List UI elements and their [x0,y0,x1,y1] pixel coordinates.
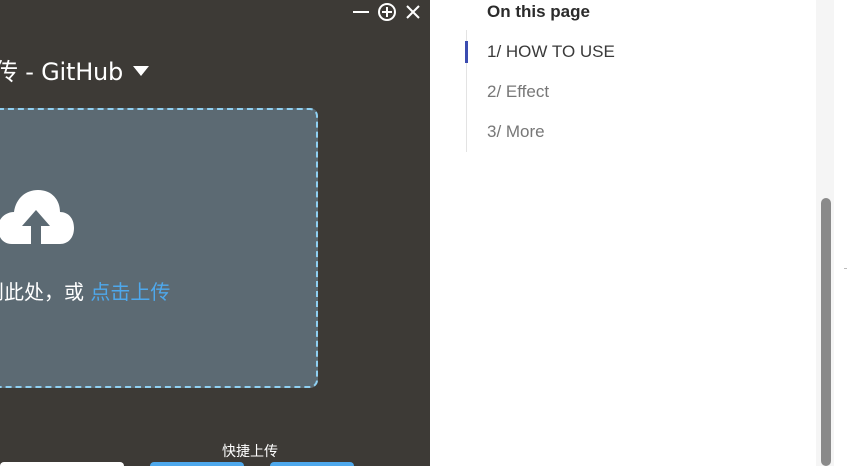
scrollbar-thumb[interactable] [821,198,831,466]
zoom-in-circle-icon[interactable] [376,2,398,22]
caret-down-icon[interactable] [133,65,150,76]
minimize-icon[interactable] [350,2,372,22]
close-icon[interactable] [402,2,424,22]
docs-page: On this page 1/ HOW TO USE 2/ Effect 3/ … [430,0,847,466]
upload-option-button-2[interactable] [150,462,244,466]
cloud-upload-icon [0,186,74,251]
quick-upload-label: 快捷上传 [222,444,278,460]
toc-active-indicator [465,41,468,63]
upload-app-window: 传 - GitHub 到此处，或 点击上传 快捷上传 [0,0,430,466]
click-upload-link[interactable]: 点击上传 [90,280,170,304]
dropzone-text: 到此处，或 点击上传 [0,276,170,305]
dropzone-instruction: 到此处，或 [0,280,84,304]
upload-option-button-1[interactable] [0,462,124,466]
upload-dropzone[interactable]: 到此处，或 点击上传 [0,108,318,388]
picbed-title: 传 - GitHub [0,58,124,86]
upload-option-button-3[interactable] [270,462,354,466]
toc-item-effect[interactable]: 2/ Effect [487,82,549,102]
toc-item-more[interactable]: 3/ More [487,122,545,142]
toc-item-how-to-use[interactable]: 1/ HOW TO USE [487,42,615,62]
toc-heading: On this page [487,2,590,21]
picbed-selector[interactable]: 传 - GitHub [0,52,150,87]
window-controls [350,2,424,22]
